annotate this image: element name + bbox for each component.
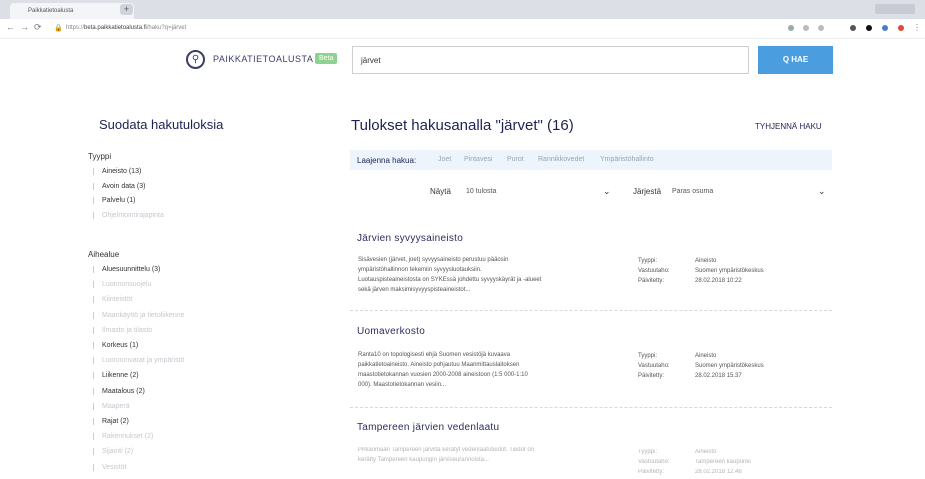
filter-checkbox-item[interactable]: Palvelu (1): [93, 197, 135, 204]
meta-type-value: Aineisto: [695, 258, 717, 264]
filter-checkbox-item[interactable]: Korkeus (1): [93, 342, 138, 349]
filter-checkbox-item[interactable]: Kiinteistöt: [93, 296, 132, 304]
filter-checkbox-item[interactable]: Liikenne (2): [93, 372, 139, 380]
result-title-link[interactable]: Tampereen järvien vedenlaatu: [357, 422, 499, 433]
expand-chip[interactable]: Ympäristöhallinto: [600, 156, 654, 163]
address-bar[interactable]: https://beta.paikkatietoalusta.fi/haku?q…: [66, 25, 186, 31]
result-card: Järvien syvyysaineisto Sisävesien (järve…: [350, 233, 832, 311]
forward-icon[interactable]: →: [20, 22, 29, 32]
expand-chip[interactable]: Pintavesi: [464, 156, 492, 163]
meta-type-value: Aineisto: [695, 353, 717, 359]
filter-checkbox-item[interactable]: Aluesuunnittelu (3): [93, 266, 160, 273]
result-title-link[interactable]: Uomaverkosto: [357, 326, 425, 337]
browser-tab-strip: Paikkatietoalusta✕ +: [0, 0, 925, 19]
star-icon[interactable]: [818, 25, 824, 31]
sort-select[interactable]: Paras osuma: [672, 188, 713, 195]
result-title-link[interactable]: Järvien syvyysaineisto: [357, 233, 463, 244]
filter-checkbox-item[interactable]: Rakennukset (2): [93, 433, 153, 441]
meta-type-value: Aineisto: [695, 449, 717, 455]
search-button[interactable]: Q HAE: [758, 46, 833, 74]
expand-chip[interactable]: Joet: [438, 156, 451, 163]
meta-type-label: Tyyppi:: [638, 353, 658, 359]
meta-owner-label: Vastuutaho:: [638, 459, 670, 465]
results-title: Tulokset hakusanalla "järvet" (16): [351, 117, 574, 134]
expand-chip[interactable]: Purot: [507, 156, 524, 163]
zoom-icon[interactable]: [803, 25, 809, 31]
filter-group-topic: Aihealue: [88, 250, 120, 259]
result-description: Pirkanmaan Tampereen järviltä kerätyt ve…: [358, 447, 534, 463]
meta-owner-value: Tampereen kaupunki: [695, 459, 751, 465]
chevron-down-icon[interactable]: ⌄: [603, 186, 611, 197]
extension-icon[interactable]: [850, 25, 856, 31]
back-icon[interactable]: ←: [6, 22, 15, 32]
filter-checkbox-item[interactable]: Luonnonvarat ja ympäristö: [93, 357, 185, 365]
filter-group-type: Tyyppi: [88, 152, 112, 161]
extension-icon[interactable]: [866, 25, 872, 31]
meta-type-label: Tyyppi:: [638, 258, 658, 264]
expand-chip[interactable]: Rannikkovedet: [538, 156, 584, 163]
meta-owner-label: Vastuutaho:: [638, 363, 670, 369]
clear-search-link[interactable]: TYHJENNÄ HAKU: [755, 122, 822, 131]
beta-badge: Beta: [315, 53, 338, 64]
meta-updated-value: 28.02.2018 12.48: [695, 469, 742, 475]
expand-label: Laajenna hakua:: [357, 156, 417, 165]
meta-updated-value: 28.02.2018 15.37: [695, 373, 742, 379]
filter-checkbox-item[interactable]: Maaperä: [93, 402, 130, 410]
meta-updated-label: Päivitetty:: [638, 373, 665, 379]
menu-icon[interactable]: ⋮: [913, 23, 921, 32]
filter-checkbox-item[interactable]: Avoin data (3): [93, 182, 145, 190]
search-input[interactable]: järvet: [352, 46, 749, 74]
filter-checkbox-item[interactable]: Sijainti (2): [93, 448, 133, 456]
show-label: Näytä: [430, 187, 451, 196]
filter-checkbox-item[interactable]: Vesistöt: [93, 463, 127, 471]
meta-updated-label: Päivitetty:: [638, 278, 665, 284]
result-description: Ranta10 on topologisesti ehjä Suomen ves…: [358, 352, 528, 388]
result-description: Sisävesien (järvet, joet) syvyysaineisto…: [358, 257, 542, 293]
filter-checkbox-item[interactable]: Ohjelmointirajapinta: [93, 211, 164, 219]
browser-tab[interactable]: Paikkatietoalusta✕: [10, 3, 134, 19]
filter-checkbox-item[interactable]: Rajat (2): [93, 418, 129, 425]
location-pin-icon[interactable]: ⚲: [186, 50, 205, 69]
filter-checkbox-item[interactable]: Luonnonsuojelu: [93, 281, 151, 289]
result-card: Uomaverkosto Ranta10 on topologisesti eh…: [350, 326, 832, 408]
site-header: ⚲ PAIKKATIETOALUSTA Beta järvet Q HAE: [0, 40, 925, 95]
window-controls[interactable]: [875, 4, 915, 14]
new-tab-icon[interactable]: +: [120, 4, 133, 15]
sort-label: Järjestä: [633, 187, 662, 196]
filter-checkbox-item[interactable]: Maatalous (2): [93, 387, 145, 395]
chevron-down-icon[interactable]: ⌄: [818, 186, 826, 197]
profile-icon[interactable]: [898, 25, 904, 31]
extension-icon[interactable]: [788, 25, 794, 31]
results-controls: Näytä 10 tulosta ⌄ Järjestä Paras osuma …: [350, 186, 832, 200]
meta-updated-label: Päivitetty:: [638, 469, 665, 475]
tab-title: Paikkatietoalusta: [28, 8, 74, 14]
extension-icon[interactable]: [882, 25, 888, 31]
expand-search-bar: Laajenna hakua: Joet Pintavesi Purot Ran…: [350, 150, 832, 170]
meta-type-label: Tyyppi:: [638, 449, 658, 455]
filter-checkbox-item[interactable]: Aineisto (13): [93, 168, 141, 175]
meta-owner-label: Vastuutaho:: [638, 268, 670, 274]
show-select[interactable]: 10 tulosta: [466, 188, 496, 195]
result-card: Tampereen järvien vedenlaatu Pirkanmaan …: [350, 422, 832, 479]
meta-owner-value: Suomen ympäristökeskus: [695, 268, 764, 274]
meta-updated-value: 28.02.2018 10:22: [695, 278, 742, 284]
filters-title: Suodata hakutuloksia: [99, 117, 224, 132]
browser-toolbar: ← → ⟳ 🔒 https://beta.paikkatietoalusta.f…: [0, 19, 925, 39]
lock-icon: 🔒: [54, 25, 63, 32]
meta-owner-value: Suomen ympäristökeskus: [695, 363, 764, 369]
filter-checkbox-item[interactable]: Ilmasto ja tilasto: [93, 326, 152, 334]
reload-icon[interactable]: ⟳: [34, 22, 42, 33]
site-logo[interactable]: PAIKKATIETOALUSTA: [213, 54, 313, 64]
filter-checkbox-item[interactable]: Maankäyttö ja tietoliikenne: [93, 311, 185, 319]
